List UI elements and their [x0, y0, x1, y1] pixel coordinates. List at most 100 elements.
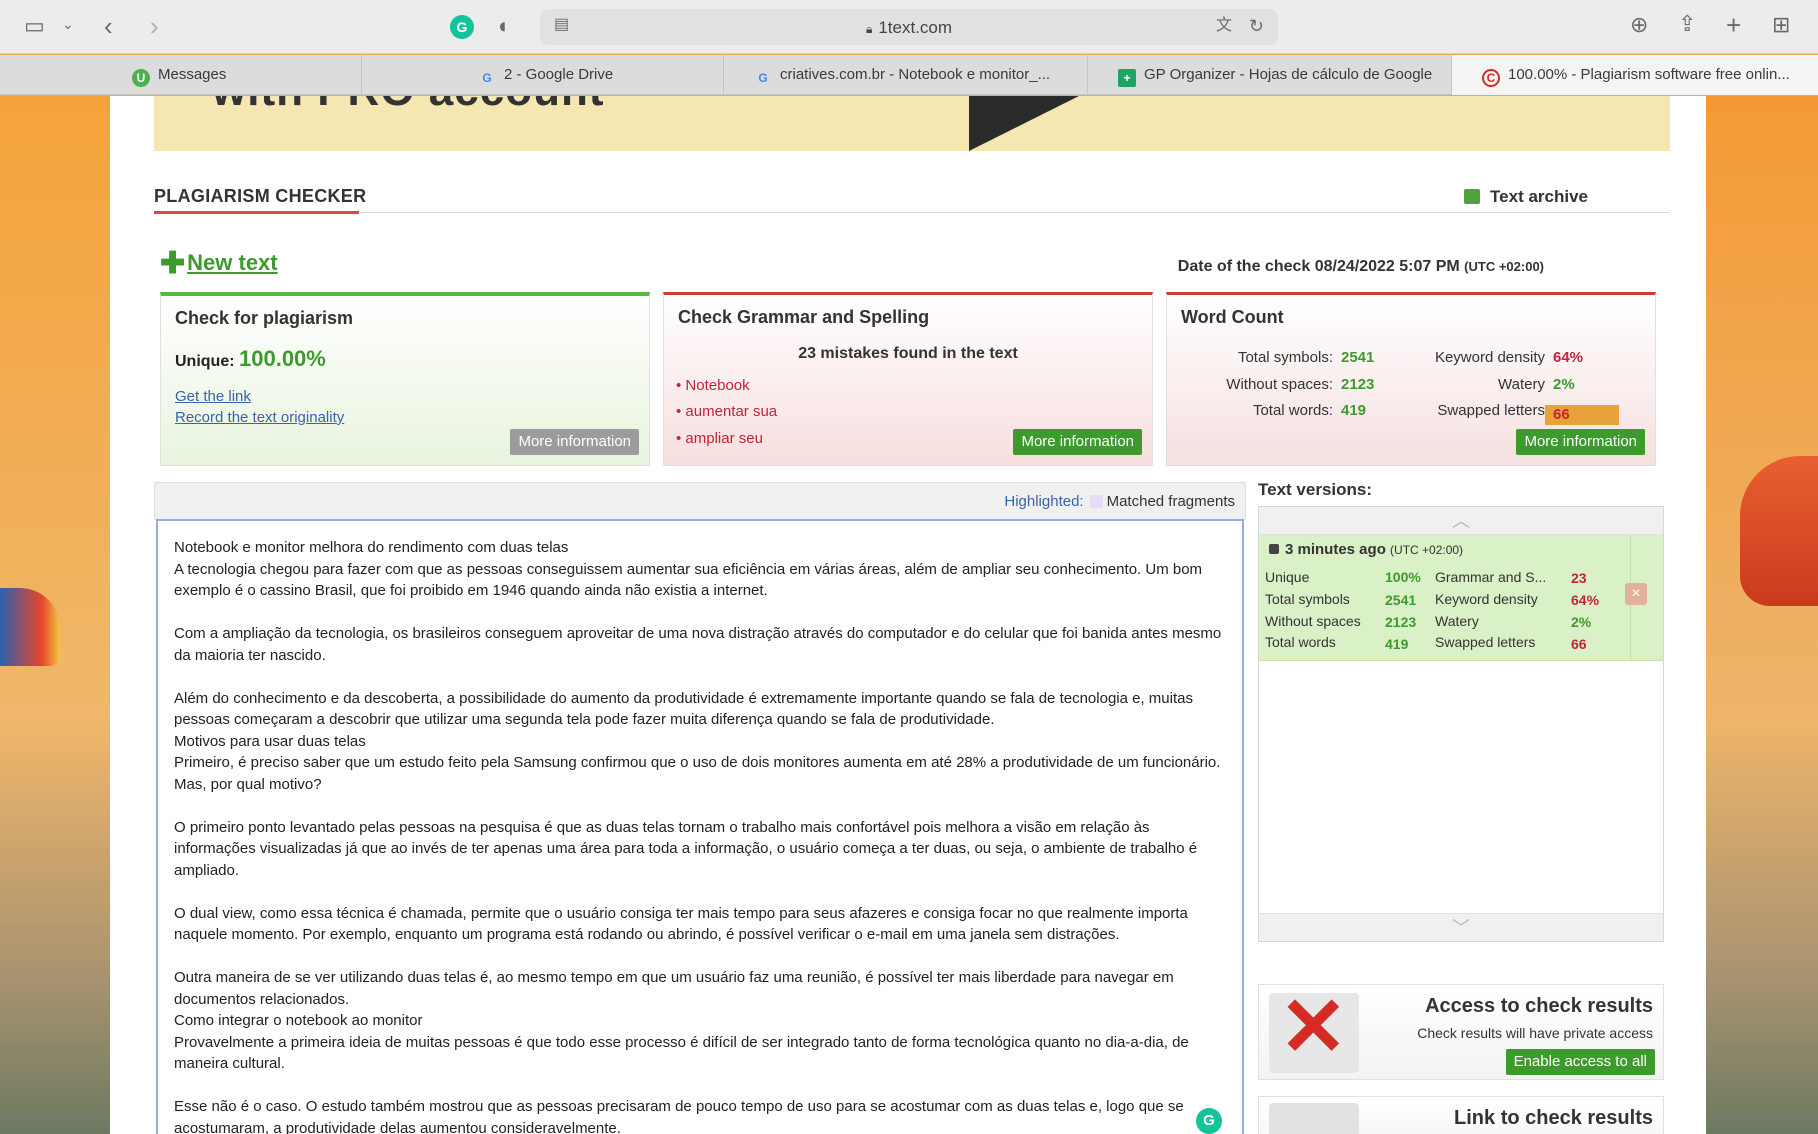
translate-icon[interactable]: 文 — [1216, 18, 1232, 34]
version-stat-value: 23 — [1571, 570, 1587, 586]
stat-label: Total words: — [1252, 402, 1333, 419]
grammar-more-button[interactable]: More information — [1013, 429, 1142, 455]
enable-access-button[interactable]: Enable access to all — [1505, 1049, 1655, 1075]
matched-swatch — [1089, 495, 1103, 508]
scroll-up-icon[interactable]: ︿ — [1259, 507, 1663, 535]
mistake-item[interactable]: Notebook — [676, 377, 749, 394]
version-stat-value: 419 — [1385, 636, 1409, 652]
stat-value: 2541 — [1341, 349, 1375, 366]
forward-icon[interactable]: › — [150, 13, 159, 39]
background-right — [1704, 96, 1818, 1134]
shield-icon[interactable]: ◐ — [498, 15, 511, 37]
plus-icon: ✚ — [160, 247, 186, 280]
grammarly-extension-icon[interactable]: G — [450, 15, 474, 39]
page-content: with PRO account PLAGIARISM CHECKER Text… — [110, 96, 1706, 1134]
version-time-label: 3 minutes ago — [1285, 541, 1386, 558]
divider — [154, 212, 1670, 213]
link-illustration — [1269, 1103, 1359, 1134]
chevron-down-icon[interactable]: ⌄ — [62, 17, 74, 31]
version-stat-label: Watery — [1435, 613, 1479, 629]
grammar-card: Check Grammar and Spelling 23 mistakes f… — [663, 292, 1153, 466]
card-title: Check for plagiarism — [175, 308, 354, 328]
tab-plagiarism-active[interactable]: C 100.00% - Plagiarism software free onli… — [1452, 55, 1818, 95]
new-text-label: New text — [187, 250, 278, 275]
grammarly-icon[interactable]: G — [1196, 1108, 1222, 1134]
plagiarism-more-button[interactable]: More information — [510, 429, 639, 455]
highlight-toolbar: Highlighted: Matched fragments — [154, 482, 1246, 520]
paraglider-image — [1740, 456, 1818, 606]
tab-label: Messages — [158, 66, 227, 83]
version-timezone: (UTC +02:00) — [1390, 543, 1464, 557]
text-paragraph: Outra maneira de se ver utilizando duas … — [174, 969, 1174, 1008]
versions-panel: ︿ 3 minutes ago (UTC +02:00) Unique 100%… — [1258, 506, 1664, 942]
version-stat-label: Swapped letters — [1435, 634, 1536, 650]
checked-text-area[interactable]: Notebook e monitor melhora do rendimento… — [156, 519, 1244, 1134]
tab-overview-icon[interactable]: ⊞ — [1772, 14, 1790, 36]
delete-version-icon[interactable]: × — [1625, 583, 1647, 605]
version-entry[interactable]: 3 minutes ago (UTC +02:00) Unique 100% T… — [1259, 535, 1663, 661]
text-paragraph: Primeiro, é preciso saber que um estudo … — [174, 754, 1221, 793]
check-date: Date of the check 08/24/2022 5:07 PM (UT… — [1178, 258, 1544, 276]
stat-value: 2% — [1553, 376, 1575, 393]
version-stat-value: 100% — [1385, 569, 1421, 585]
mistake-item[interactable]: aumentar sua — [676, 403, 777, 420]
reload-icon[interactable]: ↻ — [1249, 17, 1264, 35]
tab-messages[interactable]: U Messages — [0, 55, 362, 95]
banner-graphic — [969, 96, 1079, 151]
share-icon[interactable]: ⇪ — [1678, 13, 1696, 35]
highlight-legend: Highlighted: Matched fragments — [1004, 493, 1235, 510]
back-icon[interactable]: ‹ — [104, 13, 113, 39]
highlight-label: Highlighted: — [1004, 493, 1084, 510]
versions-title: Text versions: — [1258, 480, 1373, 499]
text-paragraph: Além do conhecimento e da descoberta, a … — [174, 689, 1193, 729]
version-stat-label: Total symbols — [1265, 591, 1350, 607]
new-tab-icon[interactable]: + — [1726, 12, 1741, 38]
plagiarism-card: Check for plagiarism Unique: 100.00% Get… — [160, 292, 650, 466]
new-text-button[interactable]: ✚New text — [160, 246, 278, 281]
stat-label: Swapped letters — [1437, 402, 1545, 419]
stat-label: Keyword density — [1434, 349, 1545, 366]
timezone-label: (UTC +02:00) — [1464, 259, 1544, 274]
stat-label: Watery — [1498, 376, 1545, 393]
tab-gp-organizer[interactable]: + GP Organizer - Hojas de cálculo de Goog… — [1088, 55, 1452, 95]
text-archive-link[interactable]: Text archive — [1464, 187, 1588, 207]
tab-google-drive[interactable]: G 2 - Google Drive — [362, 55, 724, 95]
stat-label: Total symbols: — [1237, 349, 1333, 366]
version-stat-value: 2541 — [1385, 592, 1417, 608]
tab-criatives[interactable]: Gcriatives.com.br - Notebook e monitor_.… — [724, 55, 1088, 95]
tab-label: criatives.com.br - Notebook e monitor_..… — [780, 66, 1051, 83]
get-link[interactable]: Get the link — [175, 388, 251, 405]
lock-icon: 🔒︎ — [865, 22, 873, 36]
version-stat-label: Total words — [1265, 634, 1336, 650]
text-paragraph: Motivos para usar duas telas — [174, 732, 366, 750]
matched-fragments-toggle[interactable]: Matched fragments — [1107, 493, 1235, 510]
word-count-card: Word Count Total symbols: 2541 Without sp… — [1166, 292, 1656, 466]
sheets-icon: + — [1118, 69, 1136, 87]
browser-toolbar: ▭ ⌄ ‹ › G ◐ ▤ 🔒︎ 1text.com 文 ↻ ⊕ ⇪ + ⊞ — [0, 0, 1818, 54]
address-bar[interactable]: ▤ 🔒︎ 1text.com 文 ↻ — [540, 9, 1278, 45]
archive-icon — [1464, 189, 1481, 204]
tab-label: 2 - Google Drive — [504, 66, 614, 83]
word-count-more-button[interactable]: More information — [1516, 429, 1645, 455]
text-paragraph: O primeiro ponto levantado pelas pessoas… — [174, 818, 1198, 879]
version-stat-value: 64% — [1571, 592, 1600, 608]
promo-banner[interactable]: with PRO account — [154, 96, 1670, 151]
text-paragraph: Esse não é o caso. O estudo também mostr… — [174, 1098, 1184, 1134]
messages-icon: U — [132, 69, 150, 87]
download-icon[interactable]: ⊕ — [1630, 14, 1648, 36]
link-results-box: Link to check results — [1258, 1096, 1664, 1134]
sidebar-toggle-icon[interactable]: ▭ — [24, 15, 45, 37]
stat-label: Without spaces: — [1226, 376, 1333, 393]
google-icon: G — [758, 71, 768, 85]
mistake-item[interactable]: ampliar seu — [676, 430, 763, 447]
page-title: PLAGIARISM CHECKER — [154, 186, 367, 206]
record-originality-link[interactable]: Record the text originality — [175, 409, 344, 426]
background-left — [0, 96, 110, 1134]
lock-icon — [1269, 544, 1279, 554]
scroll-down-icon[interactable]: ﹀ — [1259, 913, 1663, 941]
